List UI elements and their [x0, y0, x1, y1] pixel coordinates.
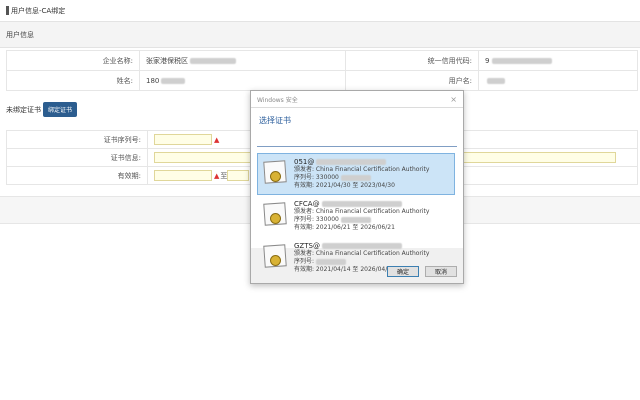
certificate-select-dialog: Windows 安全 × 选择证书 051@ 颁发者: China Financ… — [250, 90, 464, 284]
certificate-list: 051@ 颁发者: China Financial Certification … — [257, 153, 455, 279]
certificate-serial: 序列号: 330000 — [294, 174, 429, 182]
user-info-table: 企业名称: 张家港保税区 统一信用代码: 9 姓名: 180 用户名: — [6, 50, 638, 91]
redacted-text — [190, 57, 236, 64]
date-separator: 至 — [220, 171, 228, 180]
validity-end-input[interactable] — [227, 170, 250, 181]
required-mark: ▲ — [214, 171, 220, 180]
certificate-name: GZTS@ — [294, 242, 429, 250]
certificate-serial: 序列号: — [294, 258, 429, 266]
bind-certificate-button[interactable]: 绑定证书 — [43, 102, 78, 117]
name-label: 姓名: — [6, 70, 140, 91]
dialog-title: Windows 安全 — [257, 96, 298, 104]
certificate-name: 051@ — [294, 158, 429, 166]
certificate-icon — [262, 201, 288, 227]
validity-start-input[interactable] — [154, 170, 212, 181]
certificate-item[interactable]: CFCA@ 颁发者: China Financial Certification… — [257, 195, 455, 237]
dialog-body: 选择证书 051@ 颁发者: China Financial Certifica… — [251, 108, 463, 273]
certificate-serial: 序列号: 330000 — [294, 216, 429, 224]
validity-label: 有效期: — [6, 166, 148, 185]
dialog-titlebar: Windows 安全 × — [251, 91, 463, 108]
certificate-name: CFCA@ — [294, 200, 429, 208]
dialog-buttons: 确定 取消 — [387, 266, 457, 277]
company-label: 企业名称: — [6, 50, 140, 71]
redacted-text — [321, 243, 402, 249]
ok-button[interactable]: 确定 — [387, 266, 419, 277]
certificate-issuer: 颁发者: China Financial Certification Autho… — [294, 250, 430, 257]
unbound-label: 未绑定证书 — [6, 105, 41, 114]
redacted-text — [340, 216, 371, 223]
cancel-button[interactable]: 取消 — [425, 266, 457, 277]
page-title-bar: 用户信息-CA绑定 — [0, 0, 640, 21]
name-value: 180 — [138, 70, 347, 91]
credit-code-label: 统一信用代码: — [345, 50, 480, 71]
bind-row: 未绑定证书 绑定证书 — [6, 102, 78, 117]
dialog-divider — [257, 146, 457, 147]
certificate-icon — [262, 243, 288, 269]
user-info-section-header: 用户信息 — [0, 21, 640, 48]
dialog-heading: 选择证书 — [259, 116, 291, 125]
redacted-text — [491, 57, 552, 64]
username-label: 用户名: — [345, 70, 480, 91]
redacted-text — [316, 258, 347, 265]
certificate-validity: 有效期: 2021/04/30 至 2023/04/30 — [294, 182, 395, 189]
company-value: 张家港保税区 — [138, 50, 347, 71]
close-icon[interactable]: × — [450, 95, 457, 104]
title-marker — [6, 6, 9, 15]
redacted-text — [316, 159, 387, 165]
serial-input[interactable] — [154, 134, 212, 145]
redacted-text — [340, 174, 371, 181]
cert-info-label: 证书信息: — [6, 148, 148, 167]
required-mark: ▲ — [214, 135, 220, 144]
redacted-text — [321, 201, 402, 207]
username-value — [478, 70, 638, 91]
serial-label: 证书序列号: — [6, 130, 148, 149]
page-title: 用户信息-CA绑定 — [11, 6, 66, 15]
certificate-validity: 有效期: 2021/06/21 至 2026/06/21 — [294, 224, 395, 231]
certificate-icon — [262, 159, 288, 185]
section-title: 用户信息 — [6, 30, 34, 39]
credit-code-value: 9 — [478, 50, 638, 71]
certificate-issuer: 颁发者: China Financial Certification Autho… — [294, 166, 430, 173]
redacted-text — [161, 77, 186, 84]
certificate-issuer: 颁发者: China Financial Certification Autho… — [294, 208, 430, 215]
redacted-text — [487, 77, 506, 84]
certificate-item[interactable]: 051@ 颁发者: China Financial Certification … — [257, 153, 455, 195]
